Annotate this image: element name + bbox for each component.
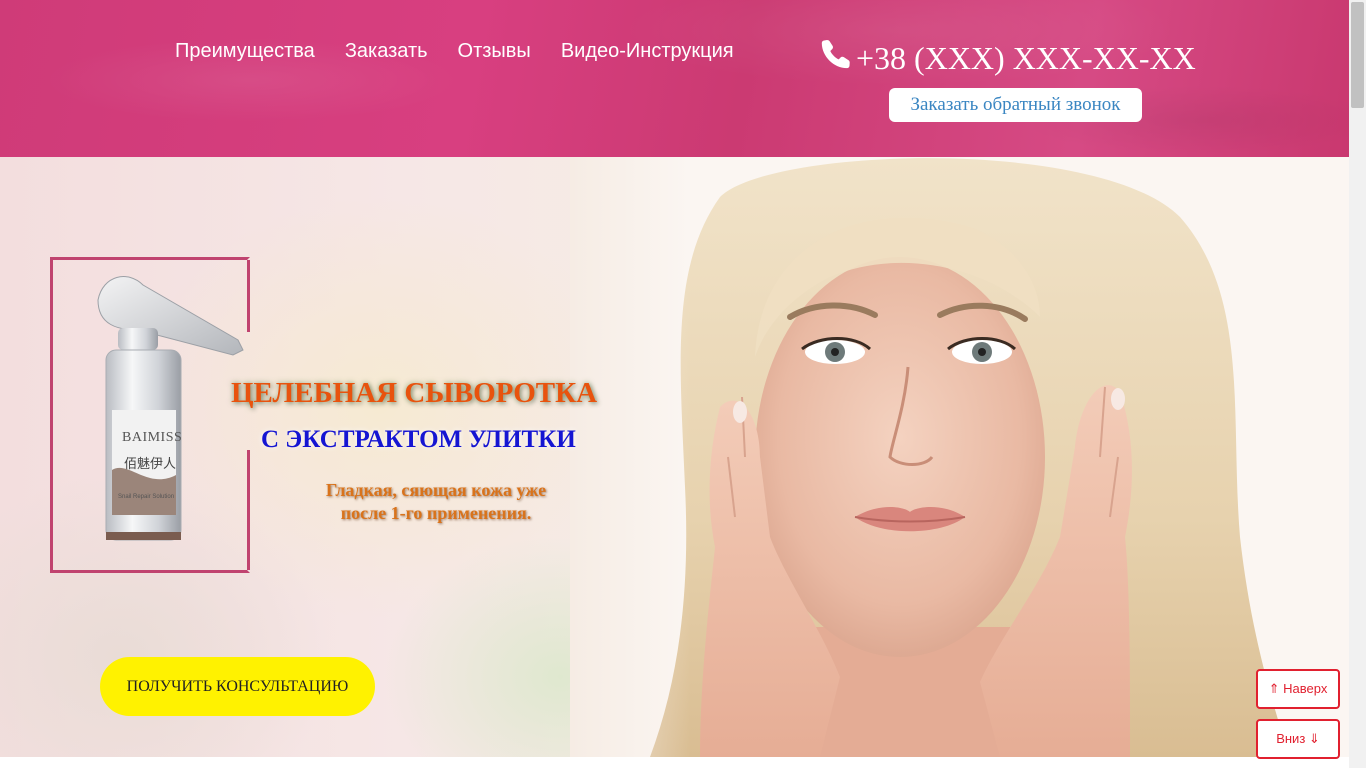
vial-brand: BAIMISS — [122, 430, 183, 445]
phone-block: +38 (XXX) XXX-XX-XX — [820, 38, 1196, 78]
nav-item-video[interactable]: Видео-Инструкция — [561, 40, 734, 63]
site-header: Преимущества Заказать Отзывы Видео-Инстр… — [0, 0, 1349, 157]
scroll-down-button[interactable]: Вниз ⇓ — [1256, 719, 1340, 759]
serum-vial-image — [97, 276, 244, 541]
nav-item-order[interactable]: Заказать — [345, 40, 428, 63]
page-bottom-strip — [0, 757, 1349, 768]
scrollbar-thumb[interactable] — [1351, 2, 1364, 108]
vial-brand-cn: 佰魅伊人 — [124, 456, 177, 471]
callback-button[interactable]: Заказать обратный звонок — [889, 88, 1142, 122]
hero-section: BAIMISS 佰魅伊人 Snail Repair Solution ЦЕЛЕБ… — [0, 157, 1349, 757]
woman-face-image — [570, 157, 1349, 757]
hero-description-line1: Гладкая, сяющая кожа уже — [325, 480, 547, 500]
phone-icon — [820, 38, 852, 78]
vial-label-small: Snail Repair Solution — [118, 494, 175, 500]
phone-number[interactable]: +38 (XXX) XXX-XX-XX — [856, 40, 1196, 77]
consultation-button[interactable]: ПОЛУЧИТЬ КОНСУЛЬТАЦИЮ — [100, 657, 375, 716]
hero-subheadline: С ЭКСТРАКТОМ УЛИТКИ — [261, 426, 576, 453]
hero-description-line2: после 1-го применения. — [340, 503, 532, 523]
nav-item-advantages[interactable]: Преимущества — [175, 40, 315, 63]
scroll-up-button[interactable]: ⇑ Наверх — [1256, 669, 1340, 709]
nav-item-reviews[interactable]: Отзывы — [458, 40, 531, 63]
main-nav: Преимущества Заказать Отзывы Видео-Инстр… — [175, 40, 734, 63]
hero-headline: ЦЕЛЕБНАЯ СЫВОРОТКА — [231, 377, 598, 409]
page-scrollbar[interactable] — [1349, 0, 1366, 768]
hero-description: Гладкая, сяющая кожа уже после 1-го прим… — [300, 479, 572, 525]
